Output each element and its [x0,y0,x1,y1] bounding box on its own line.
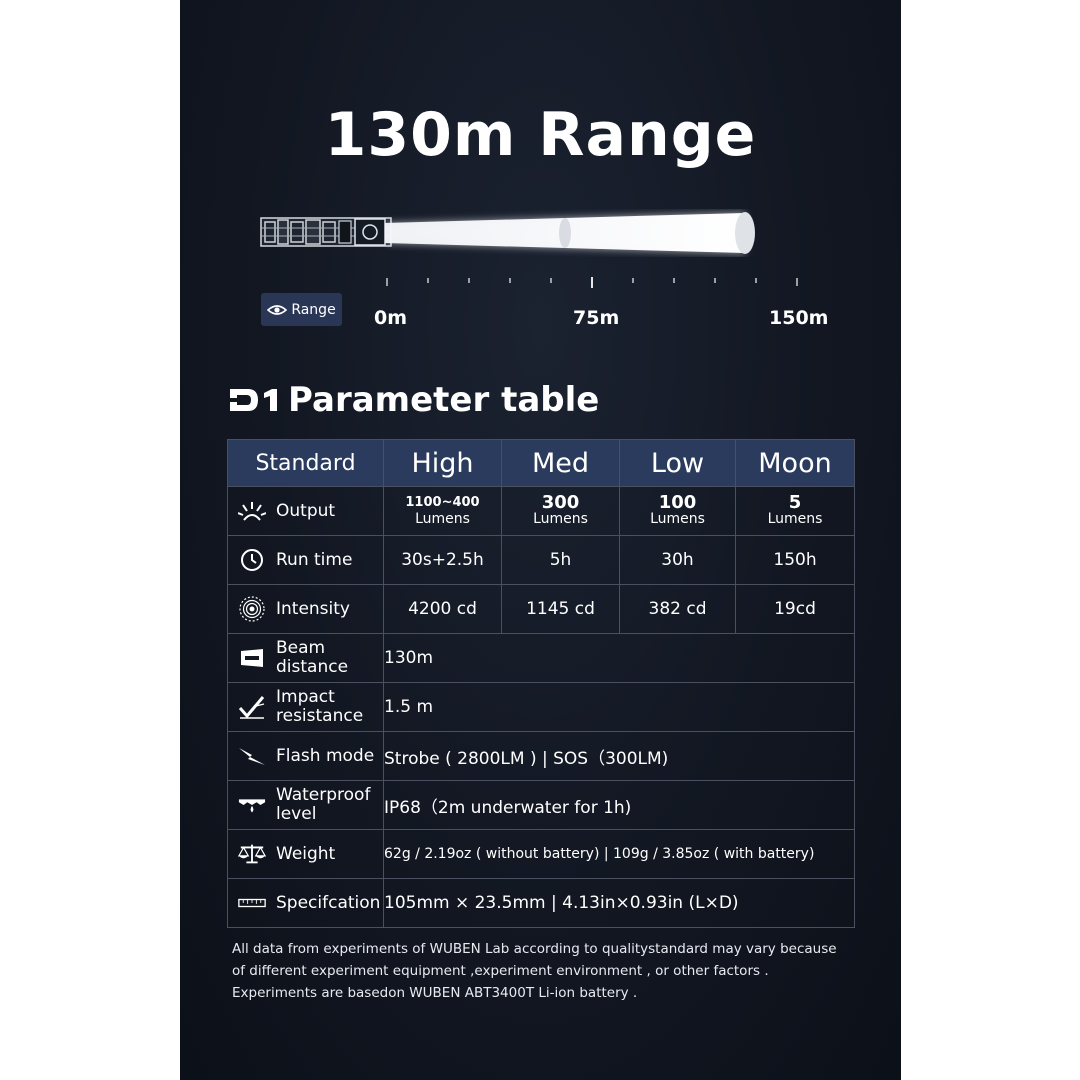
waterproof-icon [238,791,266,819]
row-impact: Impact resistance 1.5 m [227,682,855,732]
row-specification: Specifcation 105mm × 23.5mm | 4.13in×0.9… [227,878,855,928]
output-low: 100 [658,492,697,513]
waterproof-value: IP68（2m underwater for 1h) [383,780,855,830]
row-runtime: Run time 30s+2.5h 5h 30h 150h [227,535,855,585]
flashlight-image [260,217,392,247]
table-title: D1 Parameter table [228,380,599,420]
output-high: 1100~400 [405,495,480,510]
scale-label-mid: 75m [573,307,620,329]
header-moon: Moon [735,439,855,487]
row-flash-mode: Flash mode Strobe ( 2800LM ) | SOS（300LM… [227,731,855,781]
ruler-icon [238,889,266,917]
clock-icon [238,546,266,574]
table-header-row: Standard High Med Low Moon [227,439,855,487]
light-beam-image [385,212,755,254]
output-moon: 5 [788,492,802,513]
weight-value: 62g / 2.19oz ( without battery) | 109g /… [383,829,855,879]
intensity-med: 1145 cd [501,584,620,634]
header-standard: Standard [227,439,384,487]
impact-value: 1.5 m [383,682,855,732]
output-med: 300 [541,492,580,513]
row-label: Beam distance [276,638,349,677]
header-low: Low [619,439,736,487]
eye-icon [267,304,288,315]
row-beam-distance: Beam distance 130m [227,633,855,683]
row-weight: Weight 62g / 2.19oz ( without battery) |… [227,829,855,879]
intensity-high: 4200 cd [383,584,502,634]
runtime-moon: 150h [735,535,855,585]
product-info-panel: 130m Range Range 0m 75m 150m Parameter t… [180,0,901,1080]
target-icon [238,595,266,623]
header-high: High [383,439,502,487]
row-label: Impact resistance [276,687,364,726]
row-label: Intensity [276,598,350,619]
row-label: Run time [276,549,353,570]
light-rays-icon [238,497,266,525]
row-label: Flash mode [276,745,375,766]
d1-logo: D1 [228,389,277,411]
row-output: Output 1100~400 Lumens 300 Lumens 100 Lumen… [227,486,855,536]
scale-label-start: 0m [374,307,408,329]
lightning-icon [238,742,266,770]
runtime-high: 30s+2.5h [383,535,502,585]
scale-icon [238,840,266,868]
row-waterproof: Waterproof level IP68（2m underwater for … [227,780,855,830]
range-badge-label: Range [291,301,336,318]
runtime-low: 30h [619,535,736,585]
range-badge: Range [261,293,342,326]
row-label: Output [276,500,336,521]
row-label: Waterproof level [276,785,371,824]
runtime-med: 5h [501,535,620,585]
header-med: Med [501,439,620,487]
row-label: Specifcation [276,892,381,913]
impact-check-icon [238,693,266,721]
row-intensity: Intensity 4200 cd 1145 cd 382 cd 19cd [227,584,855,634]
table-title-text: Parameter table [288,380,600,420]
distance-scale-ticks [386,277,798,288]
row-label: Weight [276,843,336,864]
footnote: All data from experiments of WUBEN Lab a… [232,941,837,1001]
intensity-moon: 19cd [735,584,855,634]
beam-distance-icon [238,644,266,672]
beam-distance-value: 130m [383,633,855,683]
specification-value: 105mm × 23.5mm | 4.13in×0.93in (L×D) [383,878,855,928]
range-headline: 130m Range [324,100,757,170]
parameter-table: Standard High Med Low Moon Output 1100~4… [227,439,855,928]
flash-mode-value: Strobe ( 2800LM ) | SOS（300LM) [383,731,855,781]
intensity-low: 382 cd [619,584,736,634]
scale-label-end: 150m [769,307,829,329]
